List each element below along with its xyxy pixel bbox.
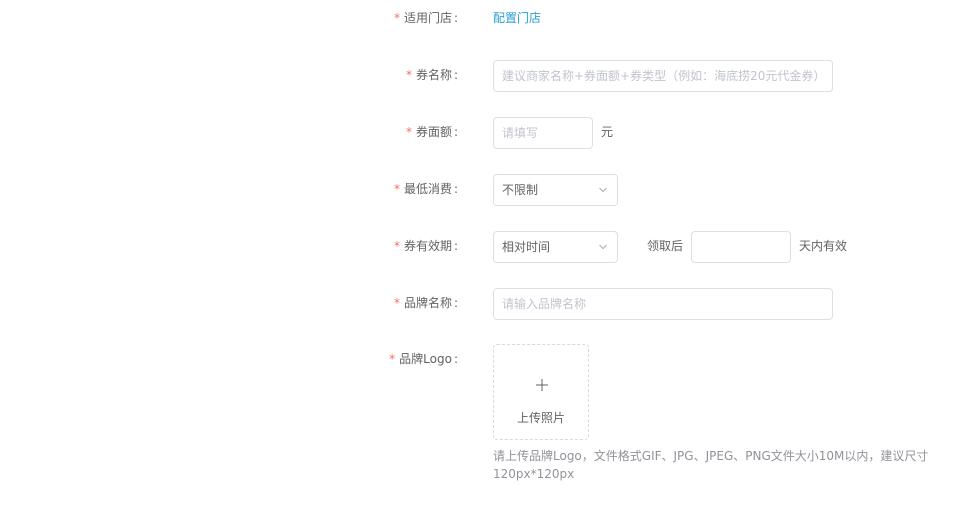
store-label: * 适用门店: [393, 11, 458, 25]
required-mark: * [393, 11, 400, 25]
required-mark: * [393, 239, 400, 253]
coupon-value-label: * 券面额: [405, 125, 458, 139]
required-mark: * [393, 182, 400, 196]
brand-name-input[interactable] [493, 288, 833, 320]
coupon-value-input[interactable] [493, 117, 593, 149]
coupon-name-input[interactable] [493, 60, 833, 92]
required-mark: * [405, 125, 412, 139]
days-valid-suffix: 天内有效 [799, 239, 848, 253]
min-spend-value: 不限制 [502, 183, 539, 197]
valid-days-input[interactable] [691, 231, 791, 263]
chevron-down-icon [599, 244, 607, 250]
coupon-name-label: * 券名称: [405, 68, 458, 82]
min-spend-label: * 最低消费: [393, 182, 458, 196]
brand-name-label: * 品牌名称: [393, 296, 458, 310]
validity-type-select[interactable]: 相对时间 [493, 231, 618, 263]
min-spend-select[interactable]: 不限制 [493, 174, 618, 206]
brand-logo-label: * 品牌Logo: [389, 352, 458, 366]
required-mark: * [393, 296, 400, 310]
required-mark: * [405, 68, 412, 82]
upload-text: 上传照片 [516, 411, 565, 425]
validity-type-value: 相对时间 [502, 240, 551, 254]
logo-upload-button[interactable]: 上传照片 [493, 344, 589, 440]
logo-upload-hint: 请上传品牌Logo，文件格式GIF、JPG、JPEG、PNG文件大小10M以内，… [493, 449, 929, 481]
plus-icon [536, 379, 548, 391]
validity-label: * 券有效期: [393, 239, 458, 253]
after-receive-label: 领取后 [647, 239, 684, 253]
chevron-down-icon [599, 187, 607, 193]
configure-store-link[interactable]: 配置门店 [493, 10, 541, 26]
coupon-form: *适用门店: 配置门店 *券名称: *券面额: 元 *最低消费: 不限制 *券 [0, 0, 980, 514]
required-mark: * [389, 352, 396, 366]
yuan-unit: 元 [601, 125, 614, 139]
